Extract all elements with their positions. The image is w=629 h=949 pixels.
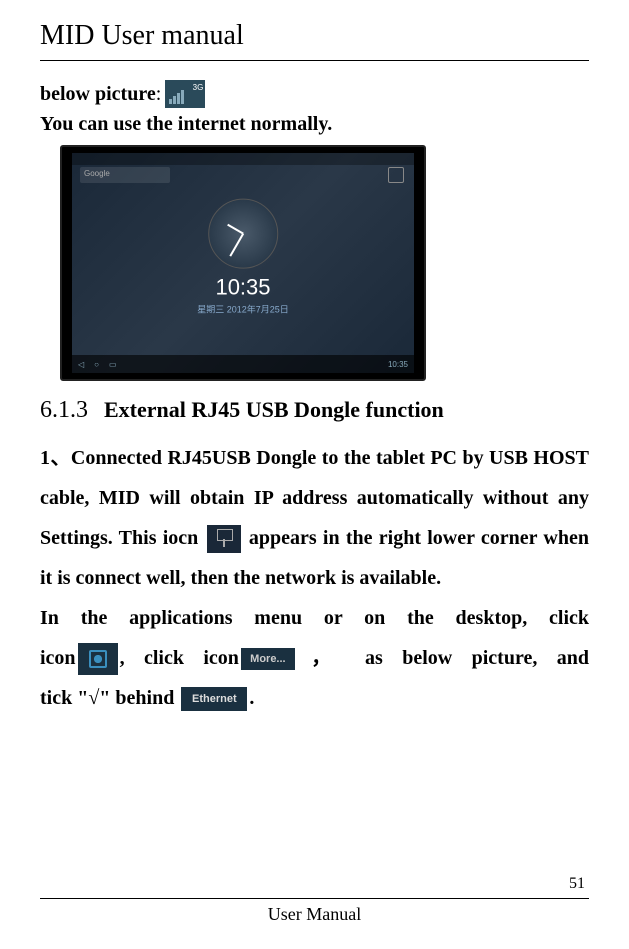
- page-number: 51: [569, 875, 585, 893]
- ethernet-button-icon: Ethernet: [181, 687, 247, 711]
- tablet-screenshot: Google 10:35 星期三 2012年7月25日 ◁ ○ ▭ 10:35: [60, 145, 426, 381]
- recent-nav-icon: ▭: [109, 360, 117, 369]
- section-title: External RJ45 USB Dongle function: [104, 397, 444, 423]
- para2-line3a: tick "√" behind: [40, 687, 179, 709]
- home-nav-icon: ○: [94, 360, 99, 369]
- para2-line3b: .: [249, 687, 254, 709]
- tablet-status-time: 10:35: [388, 360, 408, 369]
- para2-line2a: icon: [40, 647, 76, 669]
- para2-line1: In the applications menu or on the deskt…: [40, 598, 589, 638]
- para2-line2c: ， as below picture, and: [297, 647, 589, 669]
- analog-clock-icon: [208, 199, 278, 269]
- tablet-search-box: Google: [80, 167, 170, 183]
- tablet-time: 10:35: [197, 275, 289, 301]
- intro-colon: :: [156, 83, 162, 105]
- footer-rule: [40, 898, 589, 899]
- section-number: 6.1.3: [40, 397, 88, 424]
- tablet-date: 星期三 2012年7月25日: [197, 303, 289, 316]
- header-rule: [40, 60, 589, 61]
- tablet-apps-icon: [388, 167, 404, 183]
- document-header-title: MID User manual: [40, 20, 589, 52]
- back-nav-icon: ◁: [78, 360, 84, 369]
- ethernet-status-icon: [207, 525, 241, 553]
- section-heading: 6.1.3 External RJ45 USB Dongle function: [40, 397, 589, 424]
- more-button-icon: More...: [241, 648, 295, 670]
- intro-prefix: below picture: [40, 83, 156, 105]
- paragraph-1: 1、Connected RJ45USB Dongle to the tablet…: [40, 438, 589, 598]
- intro-line-1: below picture: 3G: [40, 79, 589, 109]
- footer-text: User Manual: [0, 904, 629, 925]
- para2-line2b: , click icon: [120, 647, 239, 669]
- 3g-signal-icon: 3G: [165, 80, 205, 108]
- intro-line-2: You can use the internet normally.: [40, 109, 589, 139]
- settings-icon: [78, 643, 118, 675]
- paragraph-2: In the applications menu or on the deskt…: [40, 598, 589, 718]
